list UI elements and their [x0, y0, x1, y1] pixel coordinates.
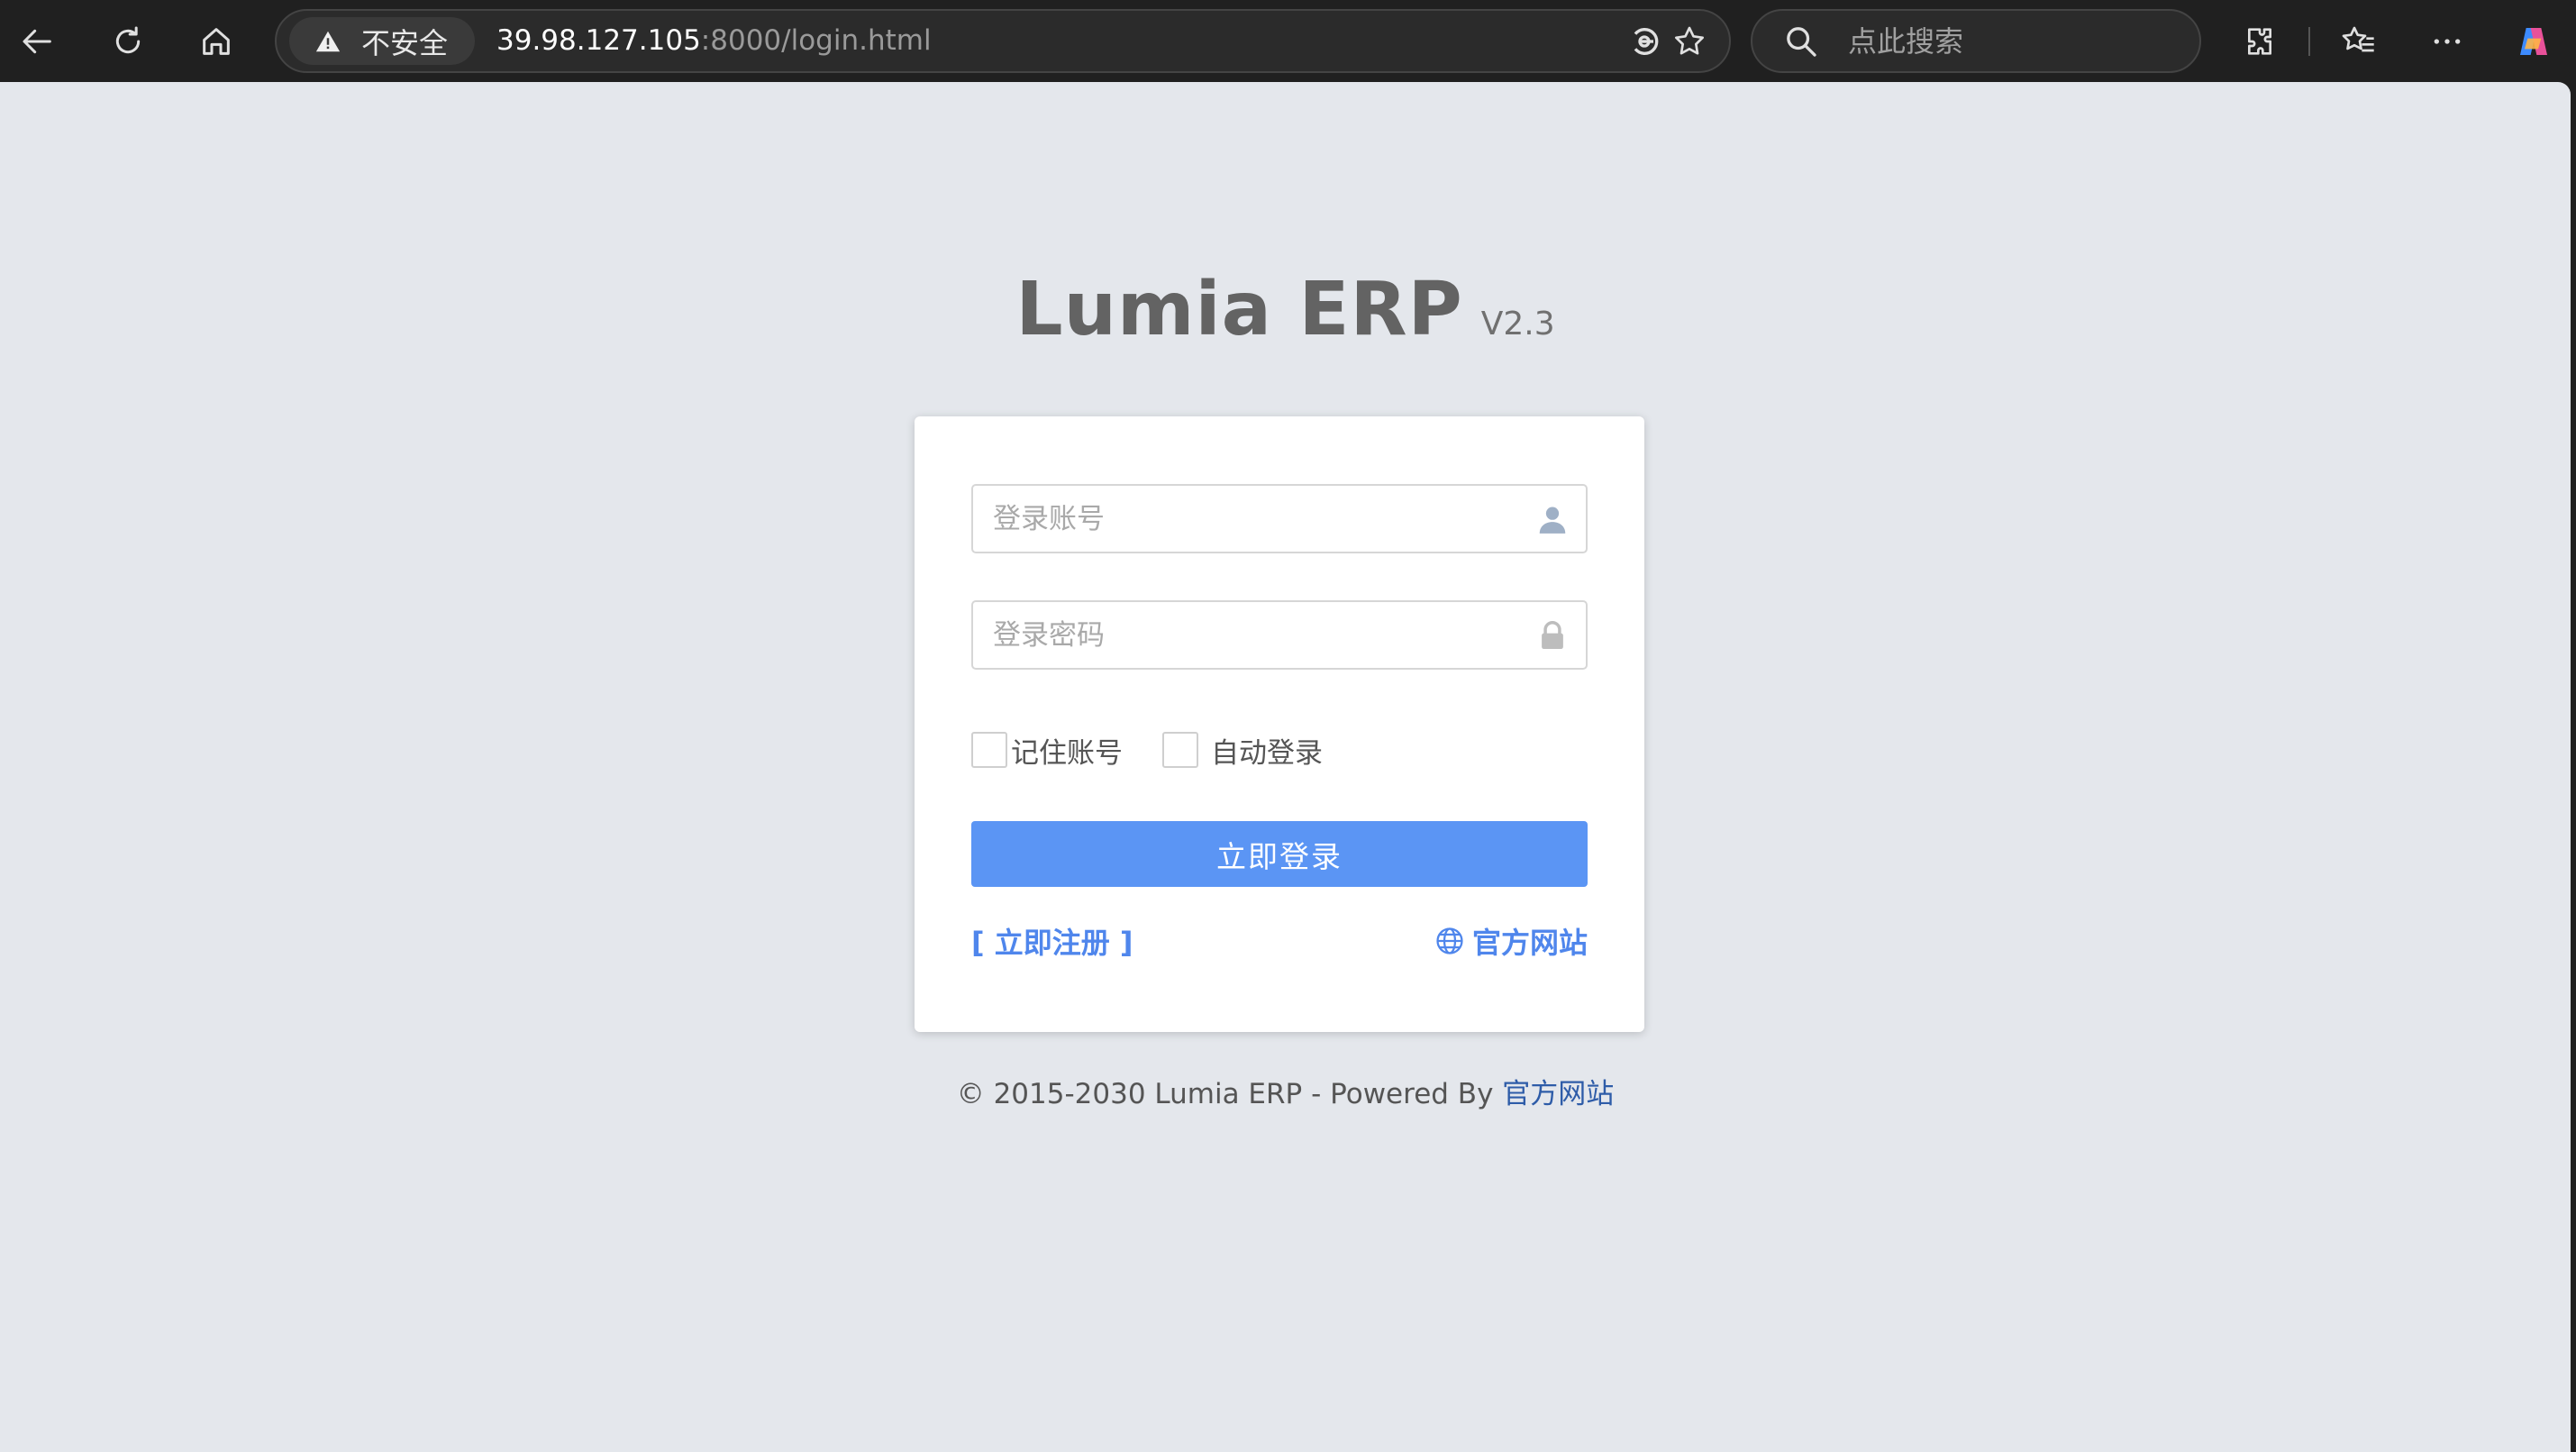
more-icon — [2434, 39, 2461, 44]
home-icon — [203, 28, 230, 55]
official-website-label: 官方网站 — [1471, 926, 1588, 960]
more-button[interactable] — [2418, 13, 2476, 70]
page-title: Lumia ERP — [1015, 267, 1463, 352]
brand-header: Lumia ERP V2.3 — [0, 267, 2571, 352]
search-box[interactable] — [1751, 9, 2201, 73]
toolbar-separator — [2308, 27, 2310, 56]
register-link[interactable]: [ 立即注册 ] — [971, 920, 1133, 962]
warning-icon — [315, 31, 341, 51]
password-input[interactable] — [973, 602, 1514, 668]
refresh-icon — [115, 26, 141, 54]
copyright-text: © 2015-2030 Lumia ERP - Powered By — [956, 1078, 1503, 1110]
copilot-icon — [2520, 28, 2547, 55]
auto-login-checkbox-box[interactable] — [1162, 732, 1198, 768]
account-field — [971, 484, 1588, 553]
extensions-button[interactable] — [2231, 13, 2289, 70]
url-text[interactable]: 39.98.127.105:8000/login.html — [496, 11, 932, 71]
login-options: 记住账号 自动登录 — [971, 730, 1323, 770]
user-icon — [1539, 507, 1566, 534]
official-website-link[interactable]: 官方网站 — [1434, 920, 1588, 962]
password-field — [971, 600, 1588, 670]
auto-login-label: 自动登录 — [1211, 736, 1323, 770]
version-label: V2.3 — [1480, 306, 1555, 342]
remember-checkbox-box[interactable] — [971, 732, 1007, 768]
favorites-icon — [2342, 26, 2374, 52]
globe-icon — [1436, 927, 1463, 954]
search-icon — [1787, 27, 1816, 57]
security-label: 不安全 — [361, 25, 449, 60]
login-button[interactable]: 立即登录 — [971, 821, 1588, 887]
search-input[interactable] — [1848, 11, 2181, 71]
favorite-star-icon — [1675, 26, 1704, 55]
footer-website-link[interactable]: 官方网站 — [1502, 1078, 1614, 1110]
page-footer: © 2015-2030 Lumia ERP - Powered By 官方网站 — [0, 1071, 2571, 1111]
remember-account-checkbox[interactable]: 记住账号 — [971, 730, 1123, 771]
back-icon — [23, 29, 51, 54]
account-input[interactable] — [973, 486, 1514, 552]
remember-label: 记住账号 — [1011, 736, 1123, 770]
refresh-button[interactable] — [99, 13, 157, 70]
copilot-button[interactable] — [2505, 13, 2562, 70]
lock-icon — [1542, 621, 1563, 650]
read-aloud-button[interactable] — [1623, 20, 1666, 63]
page-viewport: Lumia ERP V2.3 记住账号 自动登录 立即登录 [ 立即注册 ] 官方… — [0, 82, 2571, 1452]
home-button[interactable] — [187, 13, 245, 70]
browser-toolbar: 不安全 39.98.127.105:8000/login.html — [0, 0, 2576, 82]
security-indicator[interactable]: 不安全 — [289, 17, 475, 65]
auto-login-checkbox[interactable]: 自动登录 — [1162, 730, 1323, 771]
read-aloud-icon — [1634, 28, 1659, 55]
url-host: 39.98.127.105 — [496, 24, 701, 57]
extensions-icon — [2248, 28, 2271, 55]
login-card: 记住账号 自动登录 立即登录 [ 立即注册 ] 官方网站 — [915, 416, 1644, 1032]
favorite-button[interactable] — [1668, 20, 1711, 63]
favorites-button[interactable] — [2330, 13, 2388, 70]
back-button[interactable] — [9, 13, 67, 70]
address-bar[interactable]: 不安全 39.98.127.105:8000/login.html — [275, 9, 1731, 73]
url-path: :8000/login.html — [700, 24, 932, 57]
